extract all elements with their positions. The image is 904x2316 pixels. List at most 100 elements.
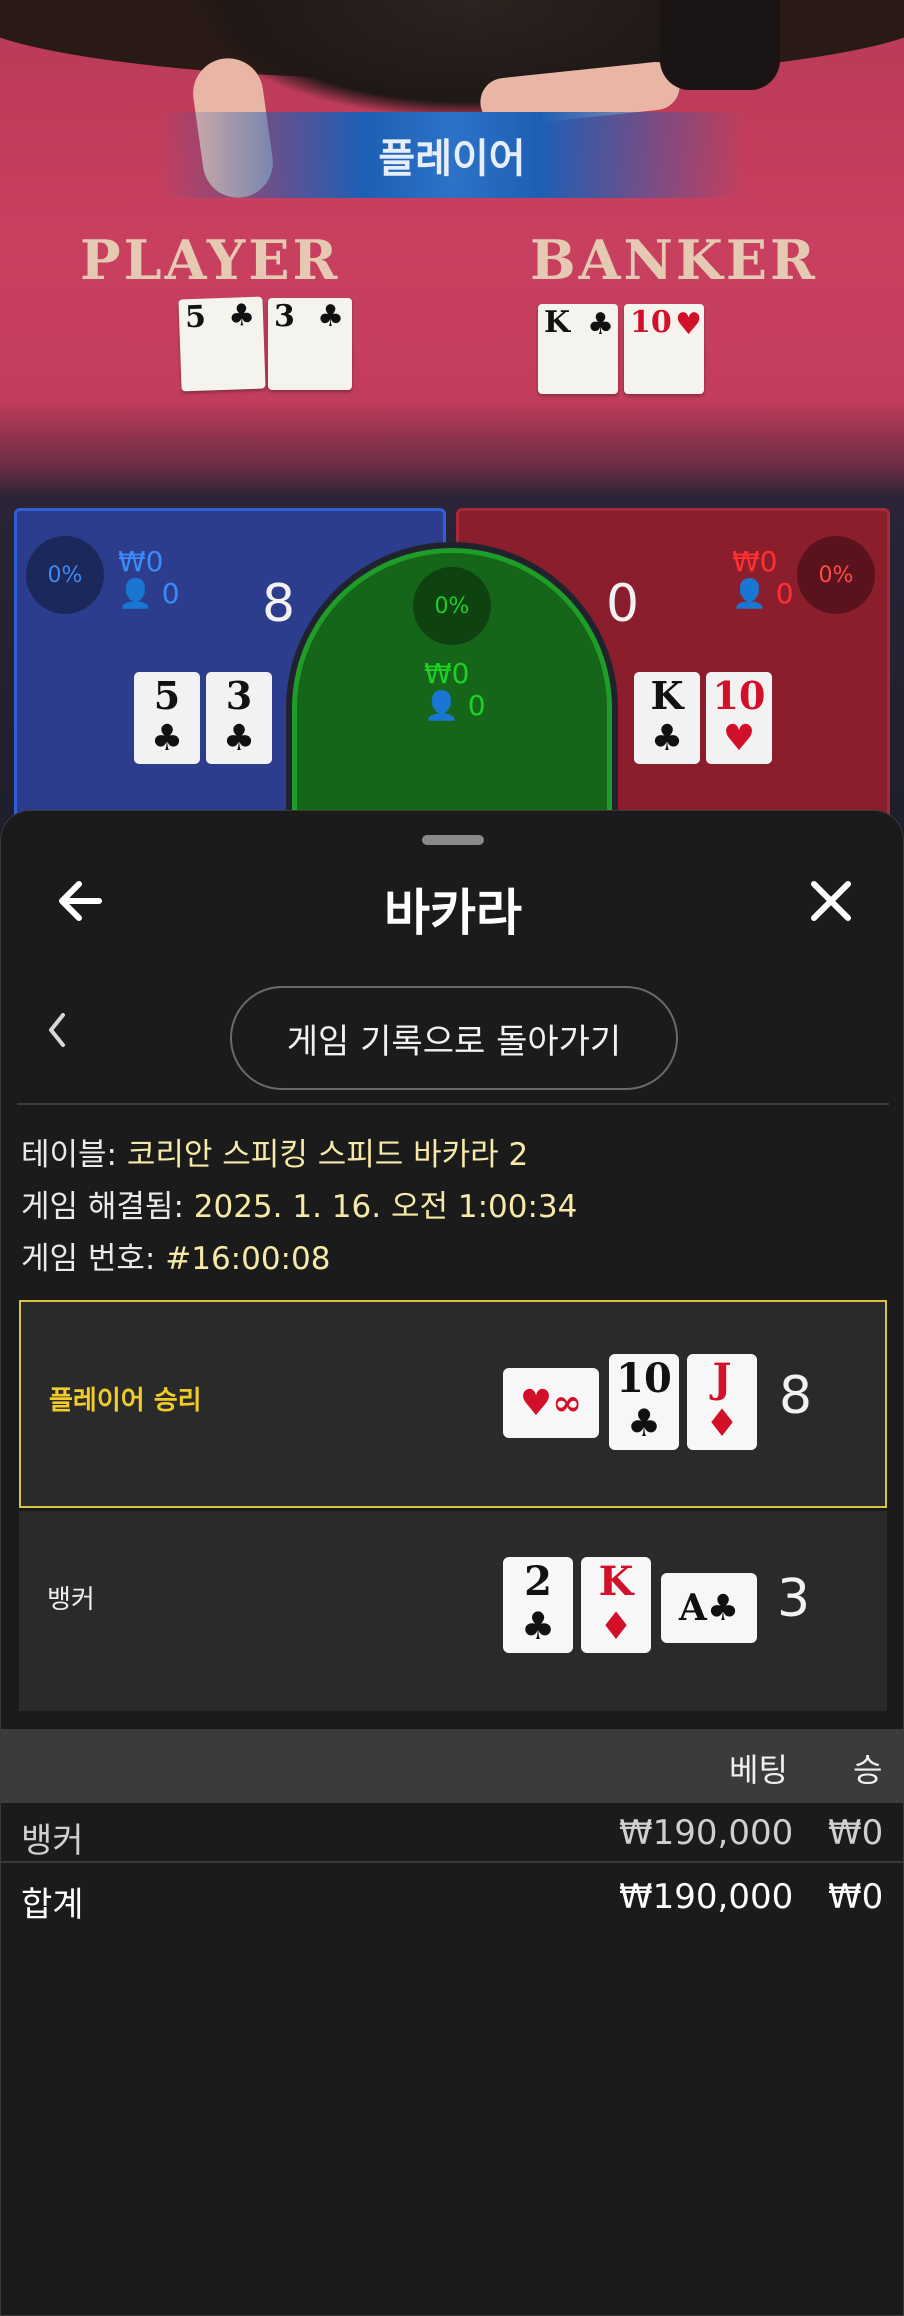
card-suit: ♣: [227, 297, 256, 334]
result-banner: 플레이어: [160, 112, 744, 198]
back-to-history-button[interactable]: 게임 기록으로 돌아가기: [230, 986, 678, 1090]
banker-hand-row: 뱅커 2 ♣ K ♦ A♣ 3: [19, 1511, 887, 1711]
card-rank: K: [650, 673, 684, 718]
tie-count-row: 👤 0: [424, 690, 486, 722]
banker-amount: ₩0: [732, 545, 778, 578]
bet-row-win: ₩0: [828, 1813, 884, 1853]
game-number-label: 게임 번호:: [21, 1241, 156, 1277]
game-number-value: #16:00:08: [165, 1241, 331, 1277]
card-suit: ♣: [587, 307, 614, 342]
card-suit: ♥: [519, 1382, 553, 1424]
bet-table-row: 뱅커 ₩190,000 ₩0: [1, 1803, 904, 1863]
hand-card: 2 ♣: [503, 1557, 573, 1653]
player-hand-label: 플레이어 승리: [49, 1386, 202, 1416]
card-rank: 5: [153, 673, 181, 718]
card-rank: 3: [225, 673, 253, 718]
hand-card: K ♦: [581, 1557, 651, 1653]
game-history-sheet: 바카라 게임 기록으로 돌아가기 테이블: 코리안 스피킹 스피드 바카라 2 …: [0, 810, 904, 2316]
total-row-label: 합계: [21, 1885, 84, 1925]
player-hand-row: 플레이어 승리 ♥∞ 10 ♣ J ♦ 8: [19, 1300, 887, 1508]
table-value: 코리안 스피킹 스피드 바카라 2: [126, 1137, 529, 1173]
player-percent: 0%: [26, 536, 104, 614]
card-rank: ∞: [552, 1382, 583, 1424]
total-row-amount: ₩190,000: [619, 1877, 794, 1917]
felt-card-player-1: 5 ♣: [178, 296, 266, 392]
felt-card-banker-1: K ♣: [538, 304, 618, 394]
hand-card-side: A♣: [661, 1573, 757, 1643]
card-suit: ♦: [704, 1400, 740, 1445]
felt-card-banker-2: 10 ♥: [624, 304, 704, 394]
player-zone-card-2: 3 ♣: [206, 672, 272, 764]
player-hand-total: 8: [779, 1366, 813, 1426]
banker-hand-total: 3: [777, 1569, 811, 1629]
chevron-left-icon[interactable]: [37, 1005, 77, 1055]
felt-card-player-2: 3 ♣: [268, 298, 352, 390]
bet-table-total-row: 합계 ₩190,000 ₩0: [1, 1867, 904, 1927]
player-count: 0: [161, 577, 180, 610]
user-icon: 👤: [732, 577, 767, 610]
sheet-title: 바카라: [384, 884, 522, 942]
bet-row-amount: ₩190,000: [619, 1813, 794, 1853]
resolved-value: 2025. 1. 16. 오전 1:00:34: [193, 1189, 578, 1225]
card-rank: K: [544, 305, 571, 340]
player-stake: ₩0 👤 0: [118, 546, 180, 610]
bet-table-header: 베팅 승: [1, 1729, 904, 1803]
bet-column-header: 베팅: [729, 1751, 788, 1789]
banker-score: 0: [606, 574, 640, 634]
player-zone-card-1: 5 ♣: [134, 672, 200, 764]
card-rank: 10: [712, 673, 766, 718]
hand-card: J ♦: [687, 1354, 757, 1450]
resolved-info: 게임 해결됨: 2025. 1. 16. 오전 1:00:34: [21, 1181, 577, 1226]
user-icon: 👤: [118, 577, 153, 610]
card-suit: ♦: [598, 1603, 634, 1648]
banker-hand-label: 뱅커: [47, 1585, 95, 1615]
card-rank: 10: [616, 1355, 672, 1402]
card-suit: ♣: [650, 717, 684, 759]
card-suit: ♣: [520, 1603, 556, 1648]
tie-count: 0: [467, 689, 486, 722]
felt-banker-label: BANKER: [530, 228, 818, 292]
user-icon: 👤: [424, 689, 459, 722]
hand-card-side: ♥∞: [503, 1368, 599, 1438]
player-count-row: 👤 0: [118, 578, 180, 610]
total-row-win: ₩0: [828, 1877, 884, 1917]
player-score: 8: [262, 574, 296, 634]
tie-amount: ₩0: [424, 657, 470, 690]
card-rank: 5: [184, 299, 207, 336]
card-suit: ♣: [626, 1400, 662, 1445]
banker-count: 0: [775, 577, 794, 610]
felt-player-label: PLAYER: [80, 228, 341, 292]
card-suit: ♣: [706, 1587, 740, 1629]
player-amount: ₩0: [118, 545, 164, 578]
resolved-label: 게임 해결됨:: [21, 1189, 184, 1225]
table-label: 테이블:: [21, 1137, 118, 1173]
card-suit: ♣: [150, 717, 184, 759]
banker-count-row: 👤 0: [732, 578, 794, 610]
card-suit: ♣: [222, 717, 256, 759]
close-icon[interactable]: [801, 871, 861, 931]
card-suit: ♥: [675, 307, 702, 342]
card-rank: K: [598, 1558, 634, 1605]
card-suit: ♣: [317, 299, 344, 334]
card-rank: J: [712, 1355, 732, 1402]
card-rank: A: [678, 1587, 707, 1629]
banker-percent: 0%: [797, 536, 875, 614]
banker-zone-card-1: K ♣: [634, 672, 700, 764]
card-rank: 3: [274, 299, 295, 334]
card-rank: 10: [630, 305, 672, 340]
card-suit: ♥: [722, 717, 756, 759]
divider: [17, 1103, 889, 1105]
table-info: 테이블: 코리안 스피킹 스피드 바카라 2: [21, 1129, 528, 1174]
result-banner-text: 플레이어: [378, 136, 526, 182]
banker-zone-card-2: 10 ♥: [706, 672, 772, 764]
win-column-header: 승: [853, 1751, 883, 1789]
sheet-grabber[interactable]: [422, 835, 484, 845]
game-number-info: 게임 번호: #16:00:08: [21, 1233, 330, 1278]
dealer-sleeve: [660, 0, 780, 90]
card-rank: 2: [524, 1558, 552, 1605]
tie-percent: 0%: [413, 567, 491, 645]
hand-card: 10 ♣: [609, 1354, 679, 1450]
bet-row-label: 뱅커: [21, 1821, 84, 1861]
banker-stake: ₩0 👤 0: [732, 546, 794, 610]
game-video-area: 플레이어 PLAYER BANKER 5 ♣ 3 ♣ K ♣ 10 ♥ 0% 0…: [0, 0, 904, 830]
